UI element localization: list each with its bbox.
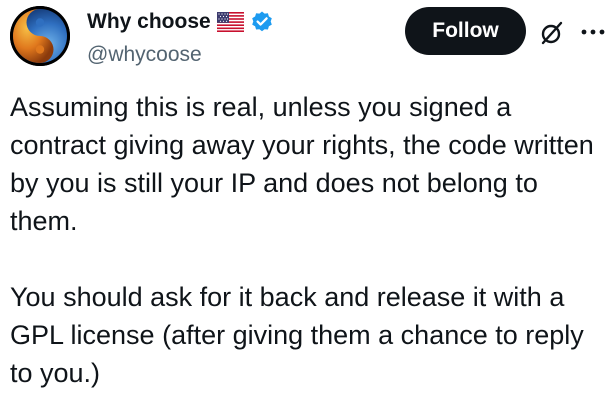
yin-yang-avatar-image: [10, 6, 70, 66]
verified-badge-icon[interactable]: [250, 10, 274, 34]
more-icon[interactable]: [578, 20, 608, 44]
slashed-circle-icon[interactable]: [538, 19, 566, 47]
post-card: Why choose @whycoose Follow Assuming thi…: [0, 0, 616, 400]
author-handle[interactable]: @whycoose: [87, 42, 202, 68]
author-display-name[interactable]: Why choose: [87, 8, 211, 36]
us-flag-icon: [216, 12, 244, 32]
post-text: Assuming this is real, unless you signed…: [10, 92, 594, 388]
author-name-row: Why choose: [87, 8, 274, 36]
post-header: Why choose @whycoose Follow: [0, 0, 616, 80]
follow-button[interactable]: Follow: [405, 7, 526, 55]
author-avatar[interactable]: [10, 6, 70, 66]
